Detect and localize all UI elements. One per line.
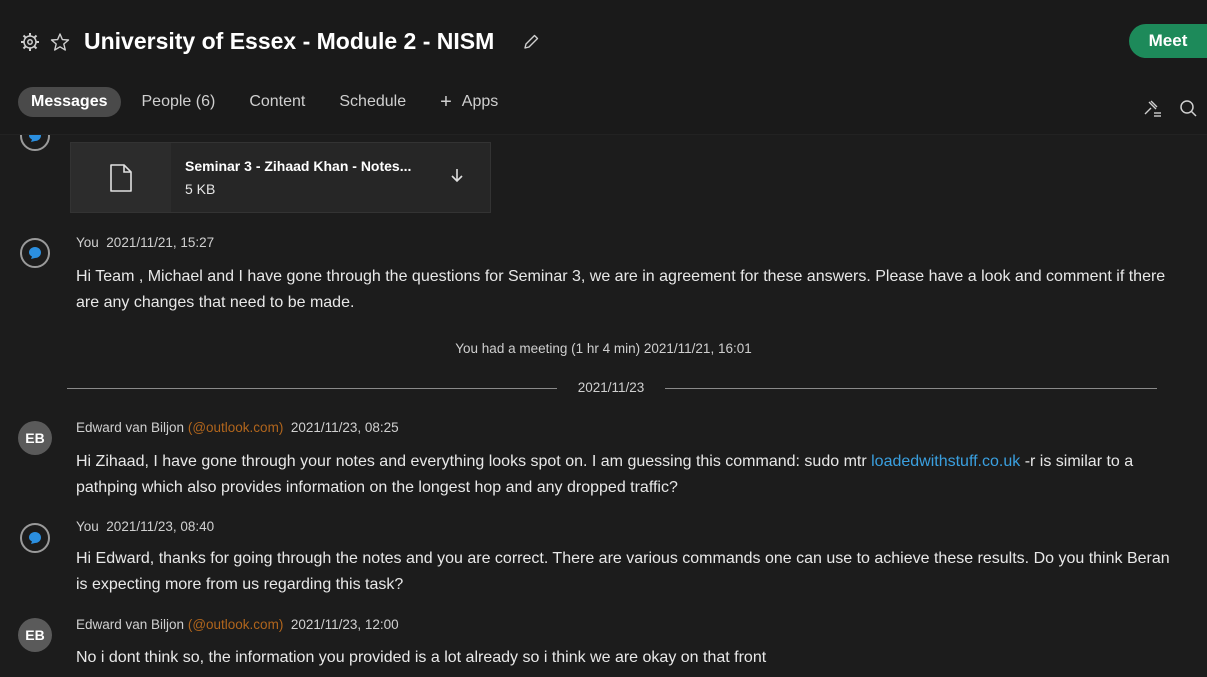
star-icon[interactable] — [50, 32, 70, 52]
author-email: (@outlook.com) — [187, 617, 284, 632]
message-text-part: Hi Zihaad, I have gone through your note… — [76, 453, 872, 470]
gear-icon[interactable] — [20, 32, 40, 52]
avatar: EB — [18, 618, 52, 652]
tab-content[interactable]: Content — [236, 87, 318, 117]
message-author: Edward van Biljon — [76, 617, 185, 632]
message-text: Hi Zihaad, I have gone through your note… — [76, 449, 1181, 501]
tab-messages[interactable]: Messages — [18, 87, 121, 117]
message-author: Edward van Biljon — [76, 420, 185, 435]
author-email: (@outlook.com) — [187, 420, 284, 435]
file-size: 5 KB — [185, 181, 216, 197]
message-list: Seminar 3 - Zihaad Khan - Notes... 5 KB … — [0, 135, 1207, 677]
message-text: No i dont think so, the information you … — [76, 649, 767, 666]
avatar — [20, 523, 50, 553]
message-time: 2021/11/21, 15:27 — [106, 235, 215, 250]
message-meta: Edward van Biljon (@outlook.com) 2021/11… — [76, 617, 399, 632]
tab-apps[interactable]: + Apps — [427, 87, 511, 117]
message-meta: You 2021/11/23, 08:40 — [76, 519, 214, 534]
pencil-icon[interactable] — [521, 32, 541, 52]
avatar — [20, 238, 50, 268]
space-title: University of Essex - Module 2 - NISM — [84, 28, 495, 54]
message-meta: You 2021/11/21, 15:27 — [76, 235, 214, 250]
message-text: Hi Edward, thanks for going through the … — [76, 550, 1170, 593]
date-separator: 2021/11/23 — [577, 380, 645, 395]
file-name: Seminar 3 - Zihaad Khan - Notes... — [185, 158, 412, 174]
divider — [67, 388, 557, 389]
message-time: 2021/11/23, 12:00 — [290, 617, 399, 632]
tab-people[interactable]: People (6) — [129, 87, 229, 117]
title-row: University of Essex - Module 2 - NISM Me… — [0, 22, 1207, 62]
message-link[interactable]: loadedwithstuff.co.uk — [871, 453, 1020, 470]
divider — [665, 388, 1157, 389]
message-author: You — [76, 235, 99, 250]
document-icon — [110, 164, 132, 192]
pin-list-icon[interactable] — [1142, 98, 1162, 118]
message-meta: Edward van Biljon (@outlook.com) 2021/11… — [76, 420, 399, 435]
meet-button[interactable]: Meet — [1129, 24, 1207, 58]
download-icon[interactable] — [449, 167, 465, 190]
avatar — [20, 135, 50, 151]
message-author: You — [76, 519, 99, 534]
plus-icon: + — [440, 91, 452, 113]
file-thumbnail — [71, 143, 171, 212]
message-text: Hi Team , Michael and I have gone throug… — [76, 268, 1166, 311]
tab-bar: Messages People (6) Content Schedule + A… — [18, 86, 519, 118]
avatar: EB — [18, 421, 52, 455]
file-attachment[interactable]: Seminar 3 - Zihaad Khan - Notes... 5 KB — [70, 142, 491, 213]
message-time: 2021/11/23, 08:25 — [290, 420, 399, 435]
search-icon[interactable] — [1178, 98, 1198, 118]
tab-schedule[interactable]: Schedule — [326, 87, 419, 117]
meeting-note: You had a meeting (1 hr 4 min) 2021/11/2… — [455, 341, 752, 356]
tab-apps-label: Apps — [461, 93, 499, 110]
space-header: University of Essex - Module 2 - NISM Me… — [0, 0, 1207, 135]
message-time: 2021/11/23, 08:40 — [106, 519, 215, 534]
